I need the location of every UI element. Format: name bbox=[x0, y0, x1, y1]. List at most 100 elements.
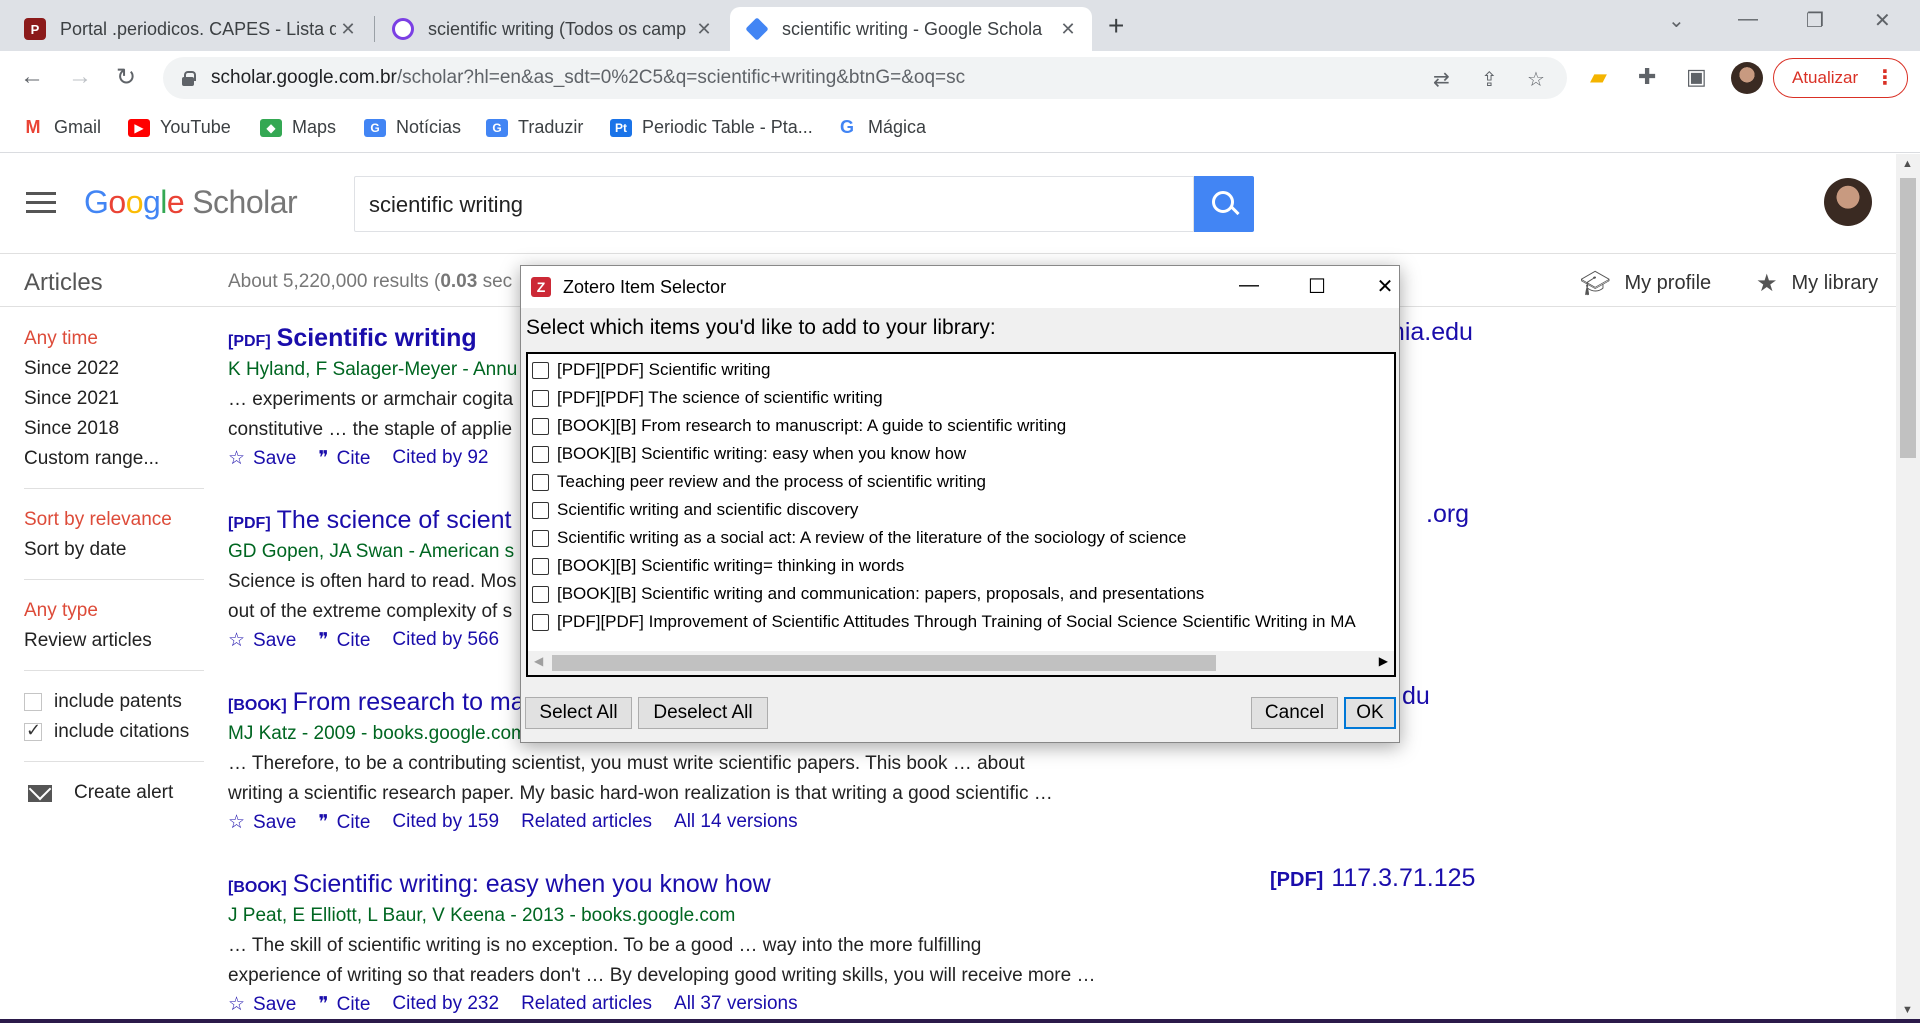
search-button[interactable] bbox=[1194, 176, 1254, 232]
cited-by-link[interactable]: Cited by 232 bbox=[392, 993, 499, 1016]
create-alert-button[interactable]: Create alert bbox=[24, 778, 204, 808]
list-item[interactable]: Scientific writing and scientific discov… bbox=[528, 496, 1394, 524]
checkbox[interactable] bbox=[24, 693, 42, 711]
list-item[interactable]: [BOOK][B] From research to manuscript: A… bbox=[528, 412, 1394, 440]
items-list[interactable]: [PDF][PDF] Scientific writing [PDF][PDF]… bbox=[526, 352, 1396, 677]
bookmark-translate[interactable]: G Traduzir bbox=[486, 117, 583, 138]
close-window-button[interactable]: ✕ bbox=[1874, 8, 1891, 33]
scroll-down-icon[interactable]: ▼ bbox=[1902, 1004, 1913, 1016]
cite-link[interactable]: ❞ Cite bbox=[318, 447, 370, 470]
close-icon[interactable]: ✕ bbox=[692, 19, 716, 40]
scholar-logo[interactable]: Google Scholar bbox=[84, 184, 298, 221]
close-icon[interactable]: ✕ bbox=[1056, 19, 1080, 40]
list-item[interactable]: [PDF][PDF] Scientific writing bbox=[528, 356, 1394, 384]
back-icon[interactable]: ← bbox=[20, 63, 44, 91]
item-checkbox[interactable] bbox=[532, 529, 549, 547]
item-checkbox[interactable] bbox=[532, 417, 549, 435]
cited-by-link[interactable]: Cited by 566 bbox=[392, 629, 499, 652]
list-item[interactable]: Scientific writing as a social act: A re… bbox=[528, 524, 1394, 552]
save-link[interactable]: ☆ Save bbox=[228, 993, 296, 1016]
deselect-all-button[interactable]: Deselect All bbox=[638, 697, 768, 729]
list-item[interactable]: [BOOK][B] Scientific writing: easy when … bbox=[528, 440, 1394, 468]
filter-custom-range[interactable]: Custom range... bbox=[24, 444, 204, 474]
profile-avatar[interactable] bbox=[1731, 62, 1763, 94]
include-citations-checkbox[interactable]: include citations bbox=[24, 717, 204, 747]
sort-by-date[interactable]: Sort by date bbox=[24, 535, 204, 565]
scroll-left-icon[interactable]: ◀ bbox=[534, 654, 543, 668]
list-item[interactable]: [BOOK][B] Scientific writing= thinking i… bbox=[528, 552, 1394, 580]
item-checkbox[interactable] bbox=[532, 473, 549, 491]
filter-any-time[interactable]: Any time bbox=[24, 324, 204, 354]
save-link[interactable]: ☆ Save bbox=[228, 629, 296, 652]
related-articles-link[interactable]: Related articles bbox=[521, 811, 652, 834]
item-checkbox[interactable] bbox=[532, 585, 549, 603]
tab-refine[interactable]: scientific writing (Todos os camp ✕ bbox=[376, 7, 728, 51]
item-checkbox[interactable] bbox=[532, 501, 549, 519]
list-item[interactable]: Teaching peer review and the process of … bbox=[528, 468, 1394, 496]
filter-since-2022[interactable]: Since 2022 bbox=[24, 354, 204, 384]
item-checkbox[interactable] bbox=[532, 613, 549, 631]
bookmark-magica[interactable]: G Mágica bbox=[836, 117, 926, 138]
list-item[interactable]: [PDF][PDF] The science of scientific wri… bbox=[528, 384, 1394, 412]
bookmark-youtube[interactable]: ▶ YouTube bbox=[128, 117, 231, 138]
menu-icon[interactable] bbox=[26, 192, 56, 214]
side-panel-icon[interactable]: ▣ bbox=[1686, 64, 1707, 90]
horizontal-scrollbar[interactable]: ◀ ▶ bbox=[528, 651, 1394, 675]
item-checkbox[interactable] bbox=[532, 445, 549, 463]
extensions-icon[interactable]: ✚ bbox=[1638, 64, 1656, 90]
folder-extension-icon[interactable]: ▰ bbox=[1590, 64, 1607, 90]
restore-window-button[interactable]: ❐ bbox=[1806, 8, 1824, 33]
result-side-link[interactable]: .org bbox=[1426, 500, 1469, 529]
all-versions-link[interactable]: All 37 versions bbox=[674, 993, 798, 1016]
page-scrollbar[interactable]: ▲ ▼ bbox=[1896, 154, 1920, 1023]
related-articles-link[interactable]: Related articles bbox=[521, 993, 652, 1016]
share-icon[interactable]: ⇪ bbox=[1481, 67, 1498, 92]
search-input[interactable]: scientific writing bbox=[354, 176, 1194, 232]
translate-page-icon[interactable]: ⇄ bbox=[1433, 67, 1450, 92]
scrollbar-thumb[interactable] bbox=[1900, 178, 1916, 458]
cite-link[interactable]: ❞ Cite bbox=[318, 811, 370, 834]
item-checkbox[interactable] bbox=[532, 361, 549, 379]
select-all-button[interactable]: Select All bbox=[525, 697, 632, 729]
scroll-right-icon[interactable]: ▶ bbox=[1379, 654, 1388, 668]
cancel-button[interactable]: Cancel bbox=[1251, 697, 1338, 729]
avatar[interactable] bbox=[1824, 178, 1872, 226]
close-icon[interactable]: ✕ bbox=[336, 19, 360, 40]
minimize-window-button[interactable]: — bbox=[1738, 8, 1758, 31]
forward-icon[interactable]: → bbox=[68, 63, 92, 91]
bookmark-maps[interactable]: ◆ Maps bbox=[260, 117, 336, 138]
checkbox[interactable] bbox=[24, 720, 42, 741]
result-side-link[interactable]: [PDF] 117.3.71.125 bbox=[1270, 864, 1475, 893]
scrollbar-thumb[interactable] bbox=[552, 655, 1216, 671]
sort-by-relevance[interactable]: Sort by relevance bbox=[24, 505, 204, 535]
include-patents-checkbox[interactable]: include patents bbox=[24, 687, 204, 717]
filter-since-2018[interactable]: Since 2018 bbox=[24, 414, 204, 444]
close-icon[interactable]: ✕ bbox=[1365, 274, 1405, 299]
cite-link[interactable]: ❞ Cite bbox=[318, 629, 370, 652]
minimize-icon[interactable]: — bbox=[1229, 274, 1269, 297]
my-profile-link[interactable]: 🎓︎ My profile bbox=[1580, 269, 1711, 298]
list-item[interactable]: [BOOK][B] Scientific writing and communi… bbox=[528, 580, 1394, 608]
reload-icon[interactable]: ↻ bbox=[116, 63, 136, 92]
dialog-titlebar[interactable]: Z Zotero Item Selector — ☐ ✕ bbox=[521, 266, 1399, 308]
lock-icon[interactable] bbox=[181, 71, 196, 86]
cite-link[interactable]: ❞ Cite bbox=[318, 993, 370, 1016]
tab-search-icon[interactable]: ⌄ bbox=[1668, 8, 1685, 33]
scroll-up-icon[interactable]: ▲ bbox=[1902, 158, 1913, 170]
list-item[interactable]: [PDF][PDF] Improvement of Scientific Att… bbox=[528, 608, 1394, 636]
maximize-icon[interactable]: ☐ bbox=[1297, 274, 1337, 299]
ok-button[interactable]: OK bbox=[1344, 697, 1396, 729]
bookmark-gmail[interactable]: M Gmail bbox=[22, 117, 101, 138]
update-button[interactable]: Atualizar ⋮ bbox=[1773, 58, 1908, 98]
result-side-link[interactable]: du bbox=[1402, 682, 1430, 711]
item-checkbox[interactable] bbox=[532, 557, 549, 575]
cited-by-link[interactable]: Cited by 159 bbox=[392, 811, 499, 834]
all-versions-link[interactable]: All 14 versions bbox=[674, 811, 798, 834]
my-library-link[interactable]: ★ My library bbox=[1756, 269, 1878, 298]
filter-any-type[interactable]: Any type bbox=[24, 596, 204, 626]
save-link[interactable]: ☆ Save bbox=[228, 811, 296, 834]
bookmark-periodic-table[interactable]: Pt Periodic Table - Pta... bbox=[610, 117, 813, 138]
cited-by-link[interactable]: Cited by 92 bbox=[392, 447, 488, 470]
bookmark-news[interactable]: G Notícias bbox=[364, 117, 461, 138]
item-checkbox[interactable] bbox=[532, 389, 549, 407]
